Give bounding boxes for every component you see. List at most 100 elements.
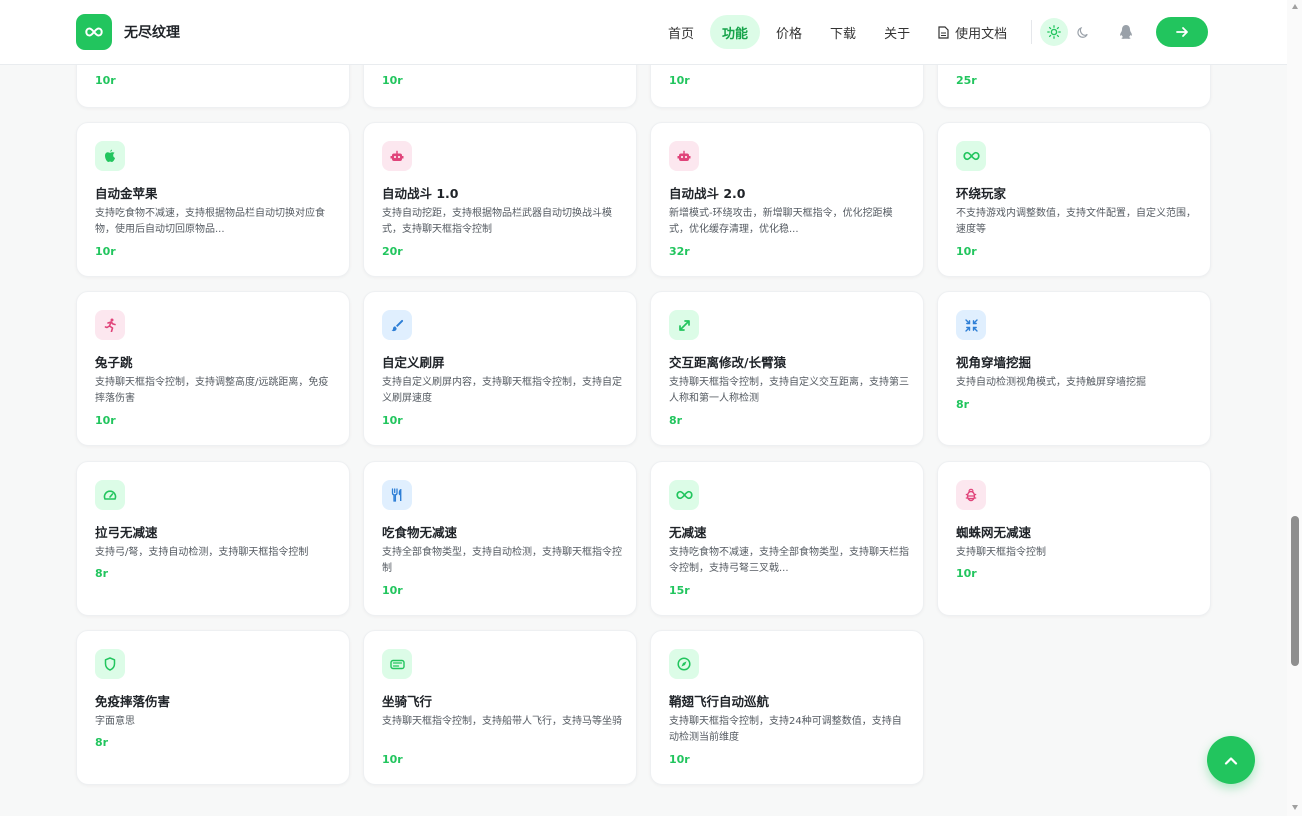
feature-card[interactable]: 自动金苹果 支持吃食物不减速，支持根据物品栏自动切换对应食物，使用后自动切回原物… <box>76 122 350 277</box>
compass-icon <box>669 649 699 679</box>
feature-card[interactable]: 自动战斗 1.0 支持自动挖距，支持根据物品栏武器自动切换战斗模式，支持聊天框指… <box>363 122 637 277</box>
feature-card[interactable]: 无减速 支持吃食物不减速，支持全部食物类型，支持聊天栏指令控制，支持弓弩三叉戟.… <box>650 461 924 616</box>
card-title: 环绕玩家 <box>956 186 1007 201</box>
card-price: 10r <box>669 74 690 87</box>
card-title: 自定义刷屏 <box>382 355 445 370</box>
card-desc: 支持聊天框指令控制，支持自定义交互距离，支持第三人称和第一人称检测 <box>669 377 909 404</box>
card-title: 视角穿墙挖掘 <box>956 355 1032 370</box>
card-desc: 支持弓/弩，支持自动检测，支持聊天框指令控制 <box>95 547 309 558</box>
feature-card[interactable]: 吃食物无减速 支持全部食物类型，支持自动检测，支持聊天框指令控制 10r <box>363 461 637 616</box>
card-title: 坐骑飞行 <box>382 694 433 709</box>
arrow-right-icon <box>1175 27 1188 37</box>
card-desc: 支持吃食物不减速，支持全部食物类型，支持聊天栏指令控制，支持弓弩三叉戟... <box>669 547 909 574</box>
qq-penguin-icon[interactable] <box>1110 16 1142 48</box>
card-price: 10r <box>956 245 977 258</box>
brush-icon <box>382 310 412 340</box>
scroll-up-arrow[interactable] <box>1292 4 1298 9</box>
nav-docs[interactable]: 使用文档 <box>926 15 1019 49</box>
card-price: 25r <box>956 74 977 87</box>
card-price: 10r <box>669 753 690 766</box>
expand-icon <box>669 310 699 340</box>
card-title: 拉弓无减速 <box>95 525 158 540</box>
feature-card[interactable]: 自动战斗 2.0 新增模式-环绕攻击，新增聊天框指令，优化挖距模式，优化缓存清理… <box>650 122 924 277</box>
feature-card[interactable]: 坐骑飞行 支持聊天框指令控制，支持船带人飞行，支持马等坐骑 10r <box>363 630 637 785</box>
page-scrollbar[interactable] <box>1287 0 1302 816</box>
chevron-up-icon <box>1224 756 1238 765</box>
nav-docs-label: 使用文档 <box>955 26 1008 42</box>
gauge-icon <box>95 480 125 510</box>
utensils-icon <box>382 480 412 510</box>
feature-card[interactable]: 拉弓无减速 支持弓/弩，支持自动检测，支持聊天框指令控制 8r <box>76 461 350 616</box>
card-title: 蜘蛛网无减速 <box>956 525 1032 540</box>
login-button[interactable] <box>1156 17 1209 47</box>
card-title: 吃食物无减速 <box>382 525 458 540</box>
card-title: 自动战斗 1.0 <box>382 186 459 201</box>
document-icon <box>938 25 949 39</box>
card-desc: 支持聊天框指令控制，支持24种可调整数值，支持自动检测当前维度 <box>669 716 902 743</box>
card-desc: 支持全部食物类型，支持自动检测，支持聊天框指令控制 <box>382 547 622 574</box>
card-price: 10r <box>95 414 116 427</box>
card-desc: 支持吃食物不减速，支持根据物品栏自动切换对应食物，使用后自动切回原物品... <box>95 208 325 235</box>
card-desc: 支持自动挖距，支持根据物品栏武器自动切换战斗模式，支持聊天框指令控制 <box>382 208 612 235</box>
brand-name: 无尽纹理 <box>124 25 180 41</box>
nav-features[interactable]: 功能 <box>710 15 761 49</box>
card-desc: 支持聊天框指令控制，支持调整高度/远跳距离，免疫摔落伤害 <box>95 377 329 404</box>
card-desc: 不支持游戏内调整数值，支持文件配置，自定义范围，速度等 <box>956 208 1196 235</box>
card-price: 10r <box>382 753 403 766</box>
card-price: 10r <box>95 245 116 258</box>
feature-card[interactable]: 交互距离修改/长臂猿 支持聊天框指令控制，支持自定义交互距离，支持第三人称和第一… <box>650 291 924 446</box>
nav-home[interactable]: 首页 <box>656 15 706 49</box>
horse-icon <box>382 649 412 679</box>
back-to-top-button[interactable] <box>1207 736 1255 784</box>
feature-card[interactable]: 免疫摔落伤害 字面意思 8r <box>76 630 350 785</box>
card-price: 8r <box>95 736 109 749</box>
bug-icon <box>956 480 986 510</box>
card-price: 32r <box>669 245 690 258</box>
scroll-thumb[interactable] <box>1291 516 1299 666</box>
card-price: 8r <box>669 414 683 427</box>
nav-about[interactable]: 关于 <box>872 15 922 49</box>
card-price: 10r <box>95 74 116 87</box>
card-desc: 支持聊天框指令控制，支持船带人飞行，支持马等坐骑 <box>382 716 622 727</box>
card-price: 10r <box>382 74 403 87</box>
theme-toggle <box>1040 18 1096 46</box>
card-price: 8r <box>956 398 970 411</box>
card-title: 自动战斗 2.0 <box>669 186 746 201</box>
moon-icon[interactable] <box>1068 18 1096 46</box>
card-title: 自动金苹果 <box>95 186 158 201</box>
feature-card[interactable]: 鞘翅飞行自动巡航 支持聊天框指令控制，支持24种可调整数值，支持自动检测当前维度… <box>650 630 924 785</box>
feature-card[interactable]: 兔子跳 支持聊天框指令控制，支持调整高度/远跳距离，免疫摔落伤害 10r <box>76 291 350 446</box>
feature-card[interactable]: 自定义刷屏 支持自定义刷屏内容，支持聊天框指令控制，支持自定义刷屏速度 10r <box>363 291 637 446</box>
running-icon <box>95 310 125 340</box>
top-navbar: 无尽纹理 首页 功能 价格 下载 关于 使用文档 <box>0 0 1287 65</box>
feature-card[interactable]: 蜘蛛网无减速 支持聊天框指令控制 10r <box>937 461 1211 616</box>
card-desc: 支持聊天框指令控制 <box>956 547 1046 558</box>
card-price: 10r <box>382 414 403 427</box>
card-price: 10r <box>956 567 977 580</box>
card-title: 交互距离修改/长臂猿 <box>669 355 787 370</box>
apple-icon <box>95 141 125 171</box>
card-price: 8r <box>95 567 109 580</box>
card-desc: 新增模式-环绕攻击，新增聊天框指令，优化挖距模式，优化缓存清理，优化稳... <box>669 208 893 235</box>
card-price: 15r <box>669 584 690 597</box>
card-desc: 支持自动检测视角模式，支持触屏穿墙挖掘 <box>956 377 1146 388</box>
infinity-icon <box>76 14 112 50</box>
compress-icon <box>956 310 986 340</box>
feature-card[interactable]: 视角穿墙挖掘 支持自动检测视角模式，支持触屏穿墙挖掘 8r <box>937 291 1211 446</box>
sun-icon[interactable] <box>1040 18 1069 46</box>
card-price: 10r <box>382 584 403 597</box>
card-title: 免疫摔落伤害 <box>95 694 171 709</box>
brand[interactable]: 无尽纹理 <box>76 14 180 50</box>
scroll-down-arrow[interactable] <box>1292 805 1298 810</box>
card-title: 兔子跳 <box>95 355 133 370</box>
shield-icon <box>95 649 125 679</box>
main-nav: 首页 功能 价格 下载 关于 使用文档 <box>656 15 1209 49</box>
card-title: 鞘翅飞行自动巡航 <box>669 694 770 709</box>
card-price: 20r <box>382 245 403 258</box>
feature-card[interactable]: 环绕玩家 不支持游戏内调整数值，支持文件配置，自定义范围，速度等 10r <box>937 122 1211 277</box>
robot-icon <box>382 141 412 171</box>
nav-pricing[interactable]: 价格 <box>764 15 814 49</box>
card-desc: 字面意思 <box>95 716 135 727</box>
card-desc: 支持自定义刷屏内容，支持聊天框指令控制，支持自定义刷屏速度 <box>382 377 622 404</box>
nav-download[interactable]: 下载 <box>818 15 868 49</box>
